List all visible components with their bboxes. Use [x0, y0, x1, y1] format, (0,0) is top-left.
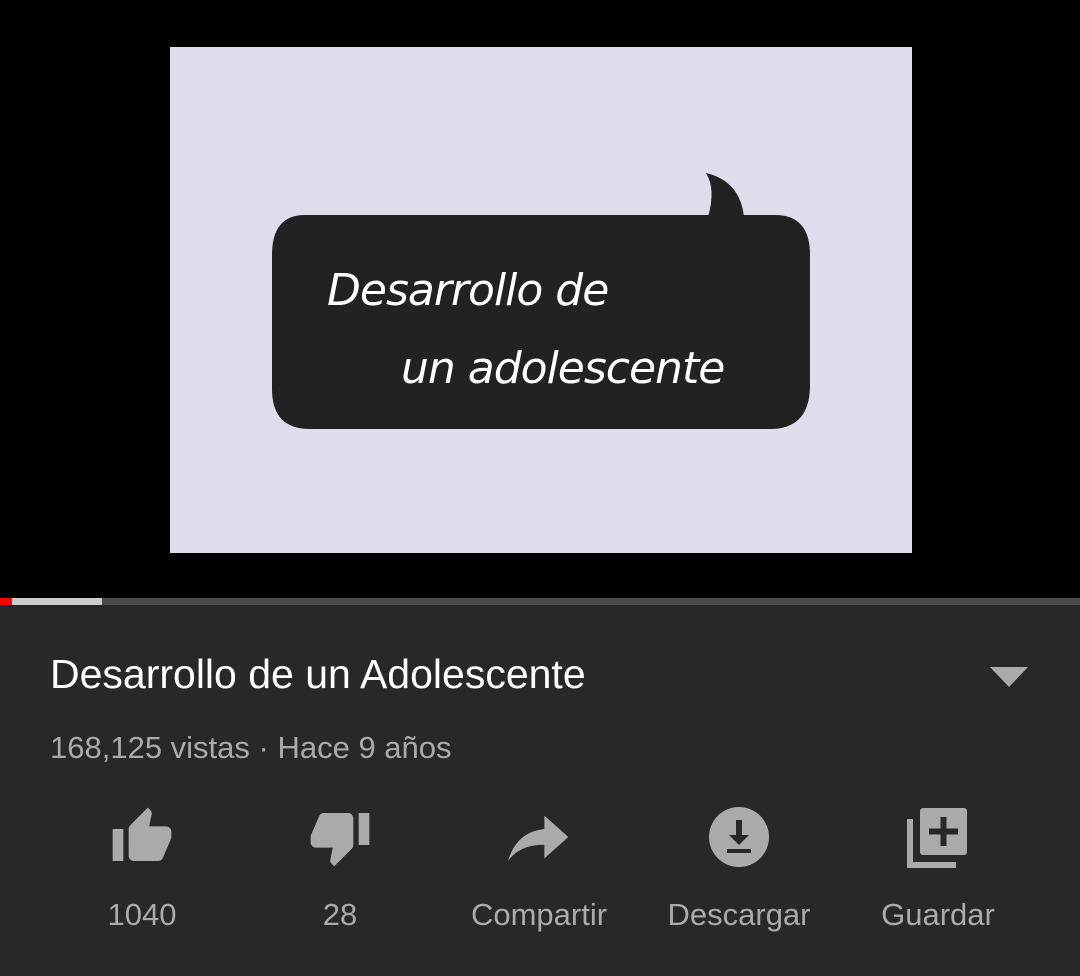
video-frame: Desarrollo de un adolescente — [170, 47, 912, 553]
video-player[interactable]: Desarrollo de un adolescente — [0, 0, 1080, 598]
download-icon — [709, 807, 769, 867]
share-label: Compartir — [470, 897, 608, 932]
progress-bar[interactable] — [0, 598, 1080, 605]
progress-buffered — [0, 598, 102, 605]
like-button[interactable]: 1040 — [42, 805, 242, 945]
thumbnail-text-line2: un adolescente — [401, 343, 725, 394]
video-meta: 168,125 vistas · Hace 9 años — [50, 730, 452, 765]
share-button[interactable]: Compartir — [439, 805, 639, 945]
video-info-panel: Desarrollo de un Adolescente 168,125 vis… — [0, 605, 1080, 976]
video-title[interactable]: Desarrollo de un Adolescente — [50, 651, 586, 698]
chevron-down-icon[interactable] — [990, 665, 1028, 689]
dislike-count: 28 — [322, 897, 358, 932]
download-label: Descargar — [667, 897, 811, 932]
progress-played — [0, 598, 12, 605]
like-count: 1040 — [107, 897, 177, 932]
playlist-add-icon — [907, 808, 967, 868]
dislike-button[interactable]: 28 — [240, 805, 440, 945]
speech-bubble — [272, 173, 810, 429]
share-icon — [508, 815, 569, 861]
save-label: Guardar — [881, 897, 995, 932]
save-button[interactable]: Guardar — [838, 805, 1038, 945]
thumbs-up-icon — [112, 807, 172, 861]
thumbnail-text-line1: Desarrollo de — [327, 265, 609, 316]
thumbs-down-icon — [310, 813, 370, 867]
download-button[interactable]: Descargar — [639, 805, 839, 945]
